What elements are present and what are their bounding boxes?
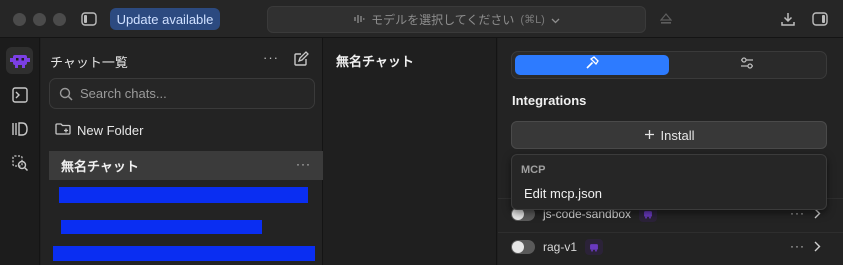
install-button[interactable]: Install <box>511 121 827 149</box>
window-zoom-button[interactable] <box>53 13 66 26</box>
redacted-chat-item[interactable] <box>59 187 308 203</box>
chat-list-title: チャット一覧 <box>50 55 128 70</box>
chat-list-item-selected[interactable]: 無名チャット ··· <box>49 151 323 180</box>
download-icon[interactable] <box>779 10 797 28</box>
new-chat-icon[interactable] <box>293 51 309 72</box>
folder-plus-icon <box>55 122 71 139</box>
panel-segmented-control <box>511 51 827 79</box>
install-dropdown-menu: MCP Edit mcp.json <box>511 154 827 210</box>
search-chats-input[interactable] <box>80 79 308 108</box>
integration-row[interactable]: rag-v1 ··· <box>511 235 829 259</box>
title-bar: Update available モデルを選択してください (⌘L) <box>0 0 843 38</box>
search-icon <box>59 87 73 106</box>
chevron-right-icon[interactable] <box>814 241 821 255</box>
new-folder-button[interactable]: New Folder <box>55 122 143 139</box>
chevron-down-icon <box>551 13 560 27</box>
sidebar-toggle-icon[interactable] <box>80 10 98 28</box>
chat-list-panel: チャット一覧 ··· New Folder 無名チャット ··· <box>41 38 323 265</box>
window-close-button[interactable] <box>13 13 26 26</box>
chat-list-more-button[interactable]: ··· <box>263 50 279 65</box>
plus-icon <box>644 128 655 143</box>
redacted-chat-item[interactable] <box>61 220 262 234</box>
library-icon[interactable] <box>6 115 33 142</box>
tab-settings[interactable] <box>670 55 824 75</box>
new-folder-label: New Folder <box>77 123 144 138</box>
search-field[interactable] <box>49 78 315 109</box>
chevron-right-icon[interactable] <box>814 208 821 222</box>
terminal-icon[interactable] <box>6 81 33 108</box>
chat-list-item-title: 無名チャット <box>61 159 139 174</box>
model-icon <box>353 13 365 27</box>
edit-mcp-json-menu-item[interactable]: Edit mcp.json <box>524 186 602 201</box>
divider <box>498 232 843 233</box>
integration-name: rag-v1 <box>543 240 578 254</box>
model-select-placeholder: モデルを選択してください <box>371 13 515 27</box>
plugin-mascot-icon <box>585 239 604 255</box>
sliders-icon <box>740 56 754 74</box>
chat-item-more-button[interactable]: ··· <box>296 157 311 171</box>
hammer-icon <box>585 55 599 75</box>
dropdown-section-header: MCP <box>521 164 546 176</box>
model-selector[interactable]: モデルを選択してください (⌘L) <box>267 6 646 33</box>
icon-rail <box>0 38 40 265</box>
tab-tools[interactable] <box>515 55 669 75</box>
model-select-shortcut: (⌘L) <box>520 14 545 26</box>
integration-more-button[interactable]: ··· <box>790 239 805 253</box>
integrations-heading: Integrations <box>512 93 587 108</box>
window-minimize-button[interactable] <box>33 13 46 26</box>
right-panel-toggle-icon[interactable] <box>811 10 829 28</box>
redacted-chat-item[interactable] <box>53 246 315 261</box>
integration-toggle[interactable] <box>511 240 535 254</box>
assistant-mascot-icon[interactable] <box>6 47 33 74</box>
update-available-button[interactable]: Update available <box>110 8 220 30</box>
chat-area: 無名チャット <box>324 38 497 265</box>
eject-icon[interactable] <box>658 11 674 27</box>
chat-title: 無名チャット <box>336 54 414 69</box>
search-discover-icon[interactable] <box>6 149 33 176</box>
right-panel: Integrations Install MCP Edit mcp.json j… <box>498 38 843 265</box>
install-label: Install <box>660 127 695 143</box>
